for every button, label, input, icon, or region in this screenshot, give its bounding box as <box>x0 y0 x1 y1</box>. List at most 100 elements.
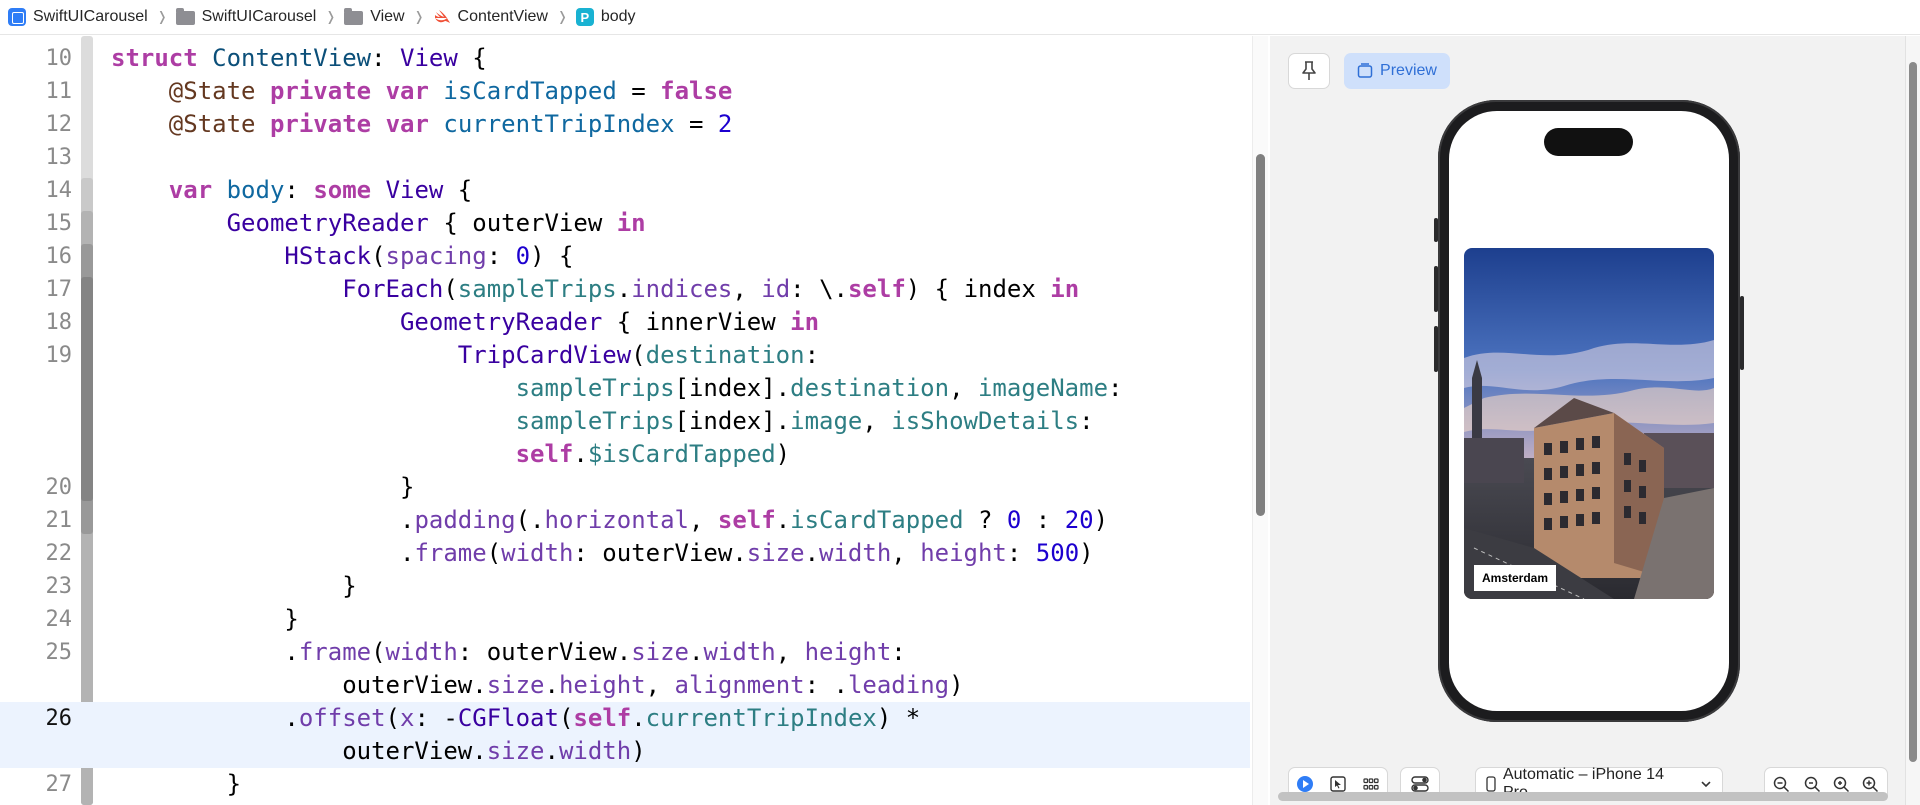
line-number: 15 <box>45 211 73 236</box>
code-line[interactable]: 15 GeometryReader { outerView in <box>0 207 1250 240</box>
code-text: GeometryReader { outerView in <box>226 209 646 237</box>
phone-power-button <box>1740 296 1744 370</box>
swift-file-icon <box>433 9 451 25</box>
folder-icon <box>344 8 364 25</box>
code-line[interactable]: 27 } <box>0 768 1250 801</box>
line-number: 10 <box>45 46 73 71</box>
trip-card[interactable]: Amsterdam <box>1464 248 1714 599</box>
property-icon: P <box>575 8 594 26</box>
phone-side-button <box>1434 218 1438 242</box>
grid-icon <box>1363 778 1379 790</box>
code-line[interactable]: sampleTrips[index].image, isShowDetails: <box>0 405 1250 438</box>
line-number: 22 <box>45 541 73 566</box>
preview-button-label: Preview <box>1380 62 1437 79</box>
line-number: 19 <box>45 343 73 368</box>
breadcrumb-label: SwiftUICarousel <box>33 8 148 25</box>
code-text: .padding(.horizontal, self.isCardTapped … <box>111 506 1109 534</box>
zoom-out-icon <box>1773 776 1790 792</box>
breadcrumb-item-symbol[interactable]: P body <box>575 8 636 26</box>
amsterdam-photo <box>1464 248 1714 599</box>
preview-vertical-scrollbar[interactable] <box>1905 36 1920 805</box>
code-line[interactable]: 10 struct ContentView: View { <box>0 42 1250 75</box>
code-text: GeometryReader { innerView in <box>399 308 820 336</box>
folder-icon <box>175 8 195 25</box>
line-number: 23 <box>45 574 73 599</box>
zoom-reset-icon <box>1833 776 1850 792</box>
pin-preview-button[interactable] <box>1288 53 1330 89</box>
iphone-device-frame: Amsterdam <box>1434 100 1744 722</box>
code-line[interactable]: 25 .frame(width: outerView.size.width, h… <box>0 636 1250 669</box>
breadcrumb-item-view-folder[interactable]: View <box>344 8 405 26</box>
code-line[interactable]: 13 <box>0 141 1250 174</box>
chevron-right-icon: ❭ <box>156 9 168 24</box>
preview-horizontal-scrollbar[interactable] <box>1278 792 1888 801</box>
chevron-right-icon: ❭ <box>325 9 337 24</box>
line-number: 13 <box>45 145 73 170</box>
breadcrumb-item-folder[interactable]: SwiftUICarousel <box>175 8 317 26</box>
line-number: 12 <box>45 112 73 137</box>
code-line[interactable]: 21 .padding(.horizontal, self.isCardTapp… <box>0 504 1250 537</box>
code-line[interactable]: 14 var body: some View { <box>0 174 1250 207</box>
zoom-to-fit-icon <box>1804 776 1821 792</box>
code-text: } <box>111 572 357 600</box>
line-number: 25 <box>45 640 73 665</box>
code-line[interactable]: 23 } <box>0 570 1250 603</box>
line-number: 26 <box>45 706 73 731</box>
pin-icon <box>1302 61 1316 80</box>
breadcrumb-label: ContentView <box>457 8 548 25</box>
toggles-icon <box>1411 776 1429 792</box>
phone-volume-up-button <box>1434 266 1438 312</box>
code-line[interactable]: 18 GeometryReader { innerView in <box>0 306 1250 339</box>
line-number: 24 <box>45 607 73 632</box>
line-number: 20 <box>45 475 73 500</box>
preview-icon <box>1357 63 1373 78</box>
code-line[interactable]: outerView.size.height, alignment: .leadi… <box>0 669 1250 702</box>
breadcrumb-item-project[interactable]: SwiftUICarousel <box>8 8 148 26</box>
code-text: } <box>111 770 242 798</box>
line-number: 16 <box>45 244 73 269</box>
phone-volume-down-button <box>1434 326 1438 372</box>
code-text: outerView.size.height, alignment: .leadi… <box>111 671 964 699</box>
code-line[interactable]: 24 } <box>0 603 1250 636</box>
code-text: @State private var isCardTapped = false <box>168 77 733 105</box>
breadcrumb-label: body <box>600 8 636 25</box>
preview-canvas: Preview Amsterdam Automatic – iPhone 14 <box>1270 36 1920 805</box>
code-text: .frame(width: outerView.size.width, heig… <box>111 539 1094 567</box>
line-number: 27 <box>45 772 73 797</box>
code-line[interactable]: self.$isCardTapped) <box>0 438 1250 471</box>
code-text: outerView.size.width) <box>111 737 646 765</box>
phone-screen: Amsterdam <box>1449 111 1729 711</box>
code-text: sampleTrips[index].image, isShowDetails: <box>515 407 1094 435</box>
chevron-right-icon: ❭ <box>556 9 568 24</box>
code-line-current[interactable]: 26 .offset(x: -CGFloat(self.currentTripI… <box>0 702 1250 735</box>
preview-mode-button[interactable]: Preview <box>1344 53 1450 89</box>
code-text: struct ContentView: View { <box>111 44 487 72</box>
preview-scroll-thumb[interactable] <box>1909 62 1917 762</box>
destination-label: Amsterdam <box>1474 565 1557 591</box>
code-line[interactable]: sampleTrips[index].destination, imageNam… <box>0 372 1250 405</box>
breadcrumb: SwiftUICarousel ❭ SwiftUICarousel ❭ View… <box>0 0 1920 35</box>
app-project-icon <box>8 8 26 26</box>
code-line[interactable]: 19 TripCardView(destination: <box>0 339 1250 372</box>
breadcrumb-label: SwiftUICarousel <box>201 8 317 25</box>
code-line-current[interactable]: outerView.size.width) <box>0 735 1250 768</box>
code-text: .frame(width: outerView.size.width, heig… <box>111 638 906 666</box>
code-editor[interactable]: 10 struct ContentView: View { 11 @State … <box>0 36 1250 805</box>
cursor-select-icon <box>1330 776 1346 792</box>
breadcrumb-item-file[interactable]: ContentView <box>433 8 548 26</box>
breadcrumb-label: View <box>370 8 405 25</box>
code-line[interactable]: 20 } <box>0 471 1250 504</box>
code-line[interactable]: 12 @State private var currentTripIndex =… <box>0 108 1250 141</box>
editor-scrollbar[interactable] <box>1252 36 1268 805</box>
code-line[interactable]: 22 .frame(width: outerView.size.width, h… <box>0 537 1250 570</box>
code-text: sampleTrips[index].destination, imageNam… <box>515 374 1123 402</box>
dynamic-island <box>1544 128 1633 156</box>
line-number: 14 <box>45 178 73 203</box>
code-text: self.$isCardTapped) <box>515 440 791 468</box>
code-line[interactable]: 11 @State private var isCardTapped = fal… <box>0 75 1250 108</box>
code-line[interactable]: 17 ForEach(sampleTrips.indices, id: \.se… <box>0 273 1250 306</box>
code-line[interactable]: 16 HStack(spacing: 0) { <box>0 240 1250 273</box>
editor-scroll-thumb[interactable] <box>1256 154 1265 516</box>
code-text: .offset(x: -CGFloat(self.currentTripInde… <box>111 704 921 732</box>
line-number: 17 <box>45 277 73 302</box>
